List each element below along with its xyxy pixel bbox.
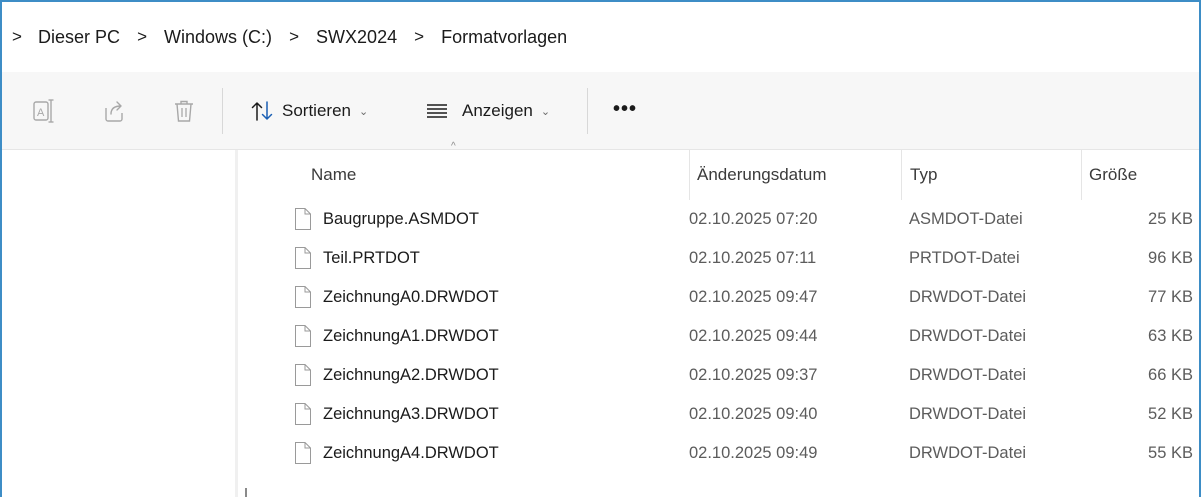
breadcrumb-separator[interactable]: > [128,27,156,47]
file-type: ASMDOT-Datei [909,210,1023,228]
column-header-size[interactable]: Größe [1081,150,1199,200]
column-header-name[interactable]: Name [311,150,681,200]
chevron-down-icon: ⌄ [358,105,369,118]
file-date: 02.10.2025 07:20 [689,210,818,228]
view-label: Anzeigen [462,101,533,120]
table-row[interactable]: Baugruppe.ASMDOT 02.10.2025 07:20 ASMDOT-D… [238,200,1199,239]
file-name: ZeichnungA4.DRWDOT [323,444,499,462]
file-type: DRWDOT-Datei [909,366,1027,384]
column-header-date[interactable]: Änderungsdatum [689,150,901,200]
toolbar-divider [222,88,223,134]
file-icon [294,324,312,348]
view-button[interactable]: Anzeigen ⌄ [426,96,550,126]
breadcrumb-expand-chevron[interactable]: > [12,27,30,47]
table-row[interactable]: ZeichnungA1.DRWDOT 02.10.2025 09:44 DRWDOT… [238,317,1199,356]
delete-icon[interactable] [172,98,196,124]
file-icon [294,441,312,465]
command-bar: A Sortieren ⌄ Anzeigen ⌄ ••• [2,72,1199,150]
table-row[interactable]: ZeichnungA0.DRWDOT 02.10.2025 09:47 DRWDOT… [238,278,1199,317]
file-type: DRWDOT-Datei [909,327,1027,345]
file-icon [294,246,312,270]
file-type: DRWDOT-Datei [909,288,1027,306]
sort-icon [250,100,274,122]
view-icon [426,103,448,119]
breadcrumb-item-dieser-pc[interactable]: Dieser PC [30,27,128,48]
share-icon[interactable] [102,98,126,124]
file-size: 96 KB [1148,249,1193,267]
file-size: 77 KB [1148,288,1193,306]
breadcrumb-separator[interactable]: > [280,27,308,47]
svg-text:A: A [37,107,45,119]
breadcrumb-separator[interactable]: > [405,27,433,47]
file-size: 55 KB [1148,444,1193,462]
file-icon [294,363,312,387]
column-header-type[interactable]: Typ [901,150,1081,200]
file-type: DRWDOT-Datei [909,444,1027,462]
file-size: 52 KB [1148,405,1193,423]
column-header-row: Name Änderungsdatum Typ Größe [238,150,1199,200]
file-date: 02.10.2025 09:44 [689,327,818,345]
breadcrumb: > Dieser PC > Windows (C:) > SWX2024 > F… [2,2,1199,72]
sort-label: Sortieren [282,101,351,120]
file-type: PRTDOT-Datei [909,249,1020,267]
file-size: 63 KB [1148,327,1193,345]
file-icon [294,285,312,309]
breadcrumb-item-formatvorlagen[interactable]: Formatvorlagen [433,27,575,48]
table-row[interactable]: ZeichnungA2.DRWDOT 02.10.2025 09:37 DRWDOT… [238,356,1199,395]
file-name: ZeichnungA0.DRWDOT [323,288,499,306]
file-name: ZeichnungA2.DRWDOT [323,366,499,384]
file-date: 02.10.2025 09:49 [689,444,818,462]
sort-button[interactable]: Sortieren ⌄ [250,96,368,126]
file-explorer-window: > Dieser PC > Windows (C:) > SWX2024 > F… [0,0,1201,497]
file-icon [294,402,312,426]
rename-icon[interactable]: A [32,98,56,124]
file-size: 25 KB [1148,210,1193,228]
table-row[interactable]: ZeichnungA3.DRWDOT 02.10.2025 09:40 DRWDOT… [238,395,1199,434]
file-icon [294,207,312,231]
scrollbar-thumb[interactable] [245,488,247,497]
navigation-pane[interactable] [2,150,238,497]
file-type: DRWDOT-Datei [909,405,1027,423]
file-size: 66 KB [1148,366,1193,384]
file-name: ZeichnungA1.DRWDOT [323,327,499,345]
breadcrumb-item-windows-c[interactable]: Windows (C:) [156,27,280,48]
table-row[interactable]: ZeichnungA4.DRWDOT 02.10.2025 09:49 DRWDOT… [238,434,1199,473]
file-name: Teil.PRTDOT [323,249,420,267]
file-date: 02.10.2025 09:40 [689,405,818,423]
file-date: 02.10.2025 07:11 [689,249,817,267]
toolbar-divider [587,88,588,134]
file-date: 02.10.2025 09:37 [689,366,818,384]
chevron-down-icon: ⌄ [540,105,551,118]
file-date: 02.10.2025 09:47 [689,288,818,306]
file-name: Baugruppe.ASMDOT [323,210,479,228]
breadcrumb-item-swx2024[interactable]: SWX2024 [308,27,405,48]
table-row[interactable]: Teil.PRTDOT 02.10.2025 07:11 PRTDOT-Datei 9… [238,239,1199,278]
file-name: ZeichnungA3.DRWDOT [323,405,499,423]
more-options-button[interactable]: ••• [613,98,637,121]
